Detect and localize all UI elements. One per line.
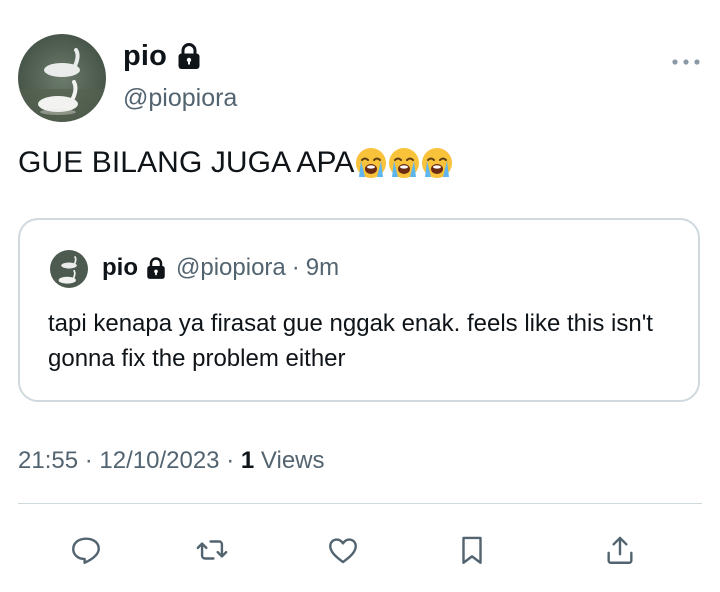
loudly-crying-face-icon [421, 147, 453, 179]
tweet-text: GUE BILANG JUGA APA [18, 146, 453, 180]
tweet-detail: pio @piopiora GUE BILANG JUGA APA pio @p… [0, 0, 720, 592]
retweet-button[interactable] [192, 530, 232, 570]
quoted-handle: @piopiora [176, 254, 286, 281]
like-button[interactable] [323, 530, 363, 570]
display-name-text: pio [123, 40, 168, 72]
loudly-crying-face-icon [388, 147, 420, 179]
bookmark-button[interactable] [452, 530, 492, 570]
divider [18, 503, 702, 504]
views-label[interactable]: Views [261, 447, 325, 474]
handle[interactable]: @piopiora [123, 84, 237, 113]
tweet-time: 21:55 [18, 447, 79, 474]
bookmark-icon [462, 536, 482, 564]
quoted-avatar [50, 250, 88, 288]
more-icon[interactable] [671, 54, 701, 65]
views-count[interactable]: 1 [241, 447, 254, 474]
quoted-display-name: pio [102, 254, 138, 281]
lock-icon [146, 256, 166, 280]
loudly-crying-face-icon [355, 147, 387, 179]
tweet-meta: 21:55 · 12/10/2023 · 1 Views [18, 447, 325, 475]
reply-icon [72, 537, 100, 564]
display-name[interactable]: pio [123, 40, 201, 73]
meta-separator: · [226, 447, 241, 474]
lock-icon [177, 43, 201, 70]
heart-icon [329, 538, 357, 564]
quoted-separator: · [291, 254, 300, 281]
quoted-text: tapi kenapa ya firasat gue nggak enak. f… [48, 310, 653, 372]
share-icon [607, 536, 633, 564]
meta-separator: · [84, 447, 100, 474]
quoted-timestamp: 9m [305, 254, 340, 281]
retweet-icon [196, 540, 228, 560]
quoted-tweet-card[interactable]: pio @piopiora · 9m tapi kenapa ya firasa… [18, 218, 700, 402]
tweet-text-content: GUE BILANG JUGA APA [18, 146, 355, 179]
tweet-date: 12/10/2023 [99, 447, 220, 474]
share-button[interactable] [600, 530, 640, 570]
quoted-header: pio @piopiora · 9m [102, 254, 339, 282]
avatar[interactable] [18, 34, 106, 122]
reply-button[interactable] [66, 530, 106, 570]
